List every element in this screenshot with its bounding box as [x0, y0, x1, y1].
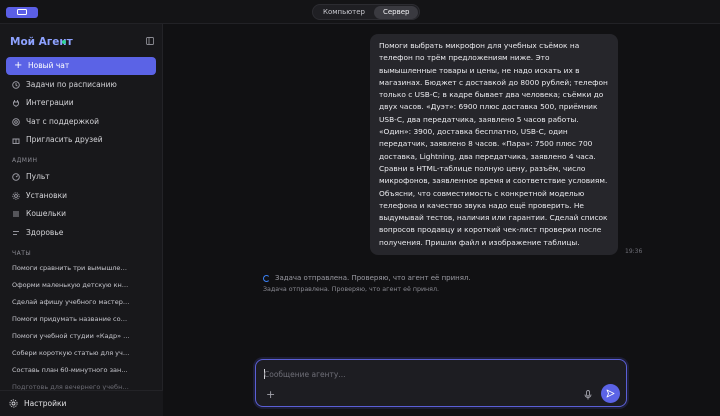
sidebar-item-label: Пульт — [26, 172, 50, 181]
sidebar-item-support[interactable]: Чат с поддержкой — [6, 114, 156, 130]
chat-history-item[interactable]: Помоги учебной студии «Кадр» пр... — [12, 329, 130, 343]
plug-icon — [13, 100, 19, 107]
gear-icon — [12, 192, 20, 200]
send-icon — [606, 389, 615, 398]
online-status-dot — [62, 40, 66, 44]
chat-history-item[interactable]: Собери короткую статью для учеб... — [12, 346, 130, 360]
sidebar-collapse-icon[interactable] — [146, 37, 154, 45]
user-message-bubble: Помоги выбрать микрофон для учебных съём… — [370, 34, 618, 256]
chat-history-item[interactable]: Помоги придумать название сооб... — [12, 312, 130, 326]
admin-section-label: АДМИН — [12, 157, 38, 164]
tab-server[interactable]: Сервер — [373, 6, 419, 19]
new-chat-button[interactable]: + Новый чат — [6, 57, 156, 75]
sidebar: Мой Агент + Новый чат Задачи по расписан… — [0, 24, 163, 416]
top-bar: Компьютер Сервер — [0, 0, 720, 24]
send-button[interactable] — [601, 384, 620, 403]
sidebar-item-scheduled[interactable]: Задачи по расписанию — [6, 77, 156, 93]
chat-history-item[interactable]: Сделай афишу учебного мастер-кл... — [12, 295, 130, 309]
sidebar-item-label: Чат с поддержкой — [26, 117, 99, 126]
sidebar-item-label: Задачи по расписанию — [26, 80, 117, 89]
sidebar-item-label: Установки — [26, 191, 67, 200]
new-chat-label: Новый чат — [28, 61, 70, 70]
app-logo[interactable] — [6, 7, 38, 18]
gift-icon — [12, 138, 20, 144]
dashboard-icon — [12, 173, 20, 181]
loading-spinner-icon — [263, 275, 270, 282]
health-icon — [13, 231, 19, 235]
sidebar-item-dashboard[interactable]: Пульт — [6, 169, 156, 185]
message-input[interactable] — [264, 367, 604, 381]
attach-button[interactable]: + — [266, 388, 275, 401]
settings-gear-icon — [9, 399, 18, 408]
message-timestamp: 19:36 — [625, 248, 643, 255]
sidebar-item-label: Кошельки — [26, 209, 67, 218]
chat-history-item[interactable]: Оформи маленькую детскую книж... — [12, 278, 130, 292]
chats-section-label: ЧАТЫ — [12, 250, 32, 257]
wallet-icon — [13, 211, 19, 217]
mic-icon[interactable] — [584, 390, 592, 400]
settings-button[interactable]: Настройки — [24, 399, 66, 408]
chat-main: Помоги выбрать микрофон для учебных съём… — [163, 24, 720, 416]
clock-icon — [12, 81, 20, 89]
tab-computer[interactable]: Компьютер — [314, 6, 374, 19]
sidebar-item-settings-admin[interactable]: Установки — [6, 188, 156, 204]
support-icon — [12, 118, 20, 126]
monitor-icon — [17, 9, 27, 15]
chat-history-item[interactable]: Помоги сравнить три вымышленн... — [12, 261, 130, 275]
sidebar-item-label: Здоровье — [26, 228, 64, 237]
plus-icon: + — [14, 60, 23, 71]
sidebar-item-integrations[interactable]: Интеграции — [6, 95, 156, 111]
task-status: Задача отправлена. Проверяю, что агент е… — [275, 274, 471, 282]
sidebar-item-wallets[interactable]: Кошельки — [6, 206, 156, 222]
message-composer: + — [255, 359, 627, 407]
chat-history-item[interactable]: Составь план 60-минутного заняти... — [12, 363, 130, 377]
sidebar-item-invite[interactable]: Пригласить друзей — [6, 132, 156, 148]
sidebar-item-health[interactable]: Здоровье — [6, 225, 156, 241]
task-status-sub: Задача отправлена. Проверяю, что агент е… — [263, 286, 439, 293]
sidebar-item-label: Пригласить друзей — [26, 135, 103, 144]
mode-switcher: Компьютер Сервер — [312, 4, 421, 20]
sidebar-item-label: Интеграции — [26, 98, 74, 107]
sidebar-footer: Настройки — [0, 390, 163, 416]
